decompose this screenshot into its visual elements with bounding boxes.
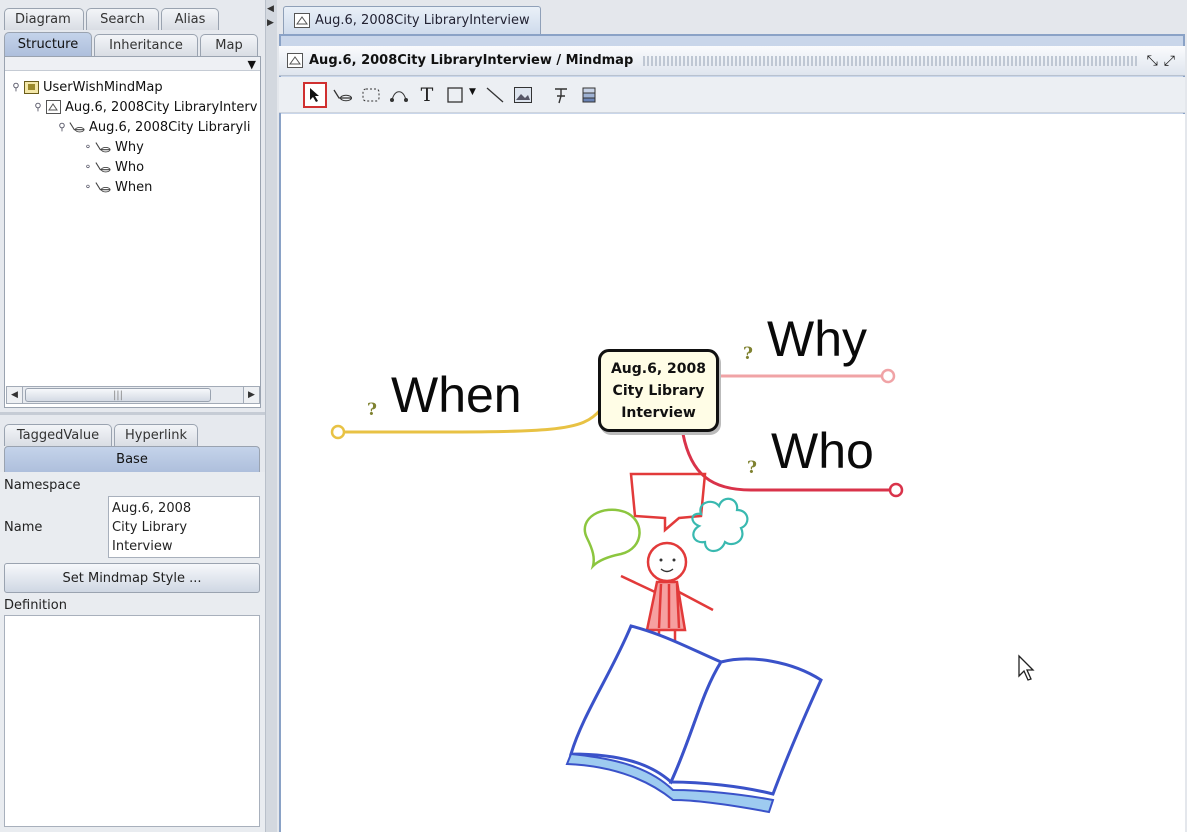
- project-icon: [23, 80, 39, 95]
- tab-hyperlink[interactable]: Hyperlink: [114, 424, 198, 446]
- editor-area: Aug.6, 2008City LibraryInterview Aug.6, …: [277, 0, 1187, 832]
- restore-icon[interactable]: ⤡: [1147, 53, 1158, 69]
- name-line: Interview: [112, 539, 173, 554]
- topic-when[interactable]: When: [391, 370, 522, 420]
- document-tab[interactable]: Aug.6, 2008City LibraryInterview: [283, 6, 541, 34]
- tree-item-why[interactable]: ⚬ Why: [81, 137, 144, 157]
- tab-taggedvalue[interactable]: TaggedValue: [4, 424, 112, 446]
- name-label: Name: [4, 520, 43, 535]
- text-tool-icon[interactable]: T: [415, 82, 439, 108]
- expand-right-icon[interactable]: ▶: [267, 18, 274, 28]
- props-tabs: TaggedValue Hyperlink: [4, 420, 200, 446]
- title-grip: [643, 55, 1137, 66]
- expand-toggle-icon[interactable]: ⚲: [31, 100, 45, 114]
- scroll-left-icon[interactable]: ◀: [7, 387, 23, 403]
- tree-item-who[interactable]: ⚬ Who: [81, 157, 144, 177]
- diagram-toolbar: T ▼: [279, 77, 1185, 113]
- mindmap-drawing: [330, 368, 904, 814]
- topic-icon: [95, 180, 111, 195]
- name-line: Aug.6, 2008: [112, 501, 192, 516]
- tree-header: ▼: [5, 57, 260, 71]
- mindmap-canvas[interactable]: Aug.6, 2008 City Library Interview When …: [281, 114, 1185, 832]
- diagram-icon: [287, 53, 303, 68]
- topic-icon: [95, 160, 111, 175]
- tree-label: When: [115, 179, 153, 195]
- expand-toggle-icon[interactable]: ⚲: [9, 80, 23, 94]
- dropdown-arrow-icon[interactable]: ▼: [248, 58, 256, 71]
- structure-panel: ▼ ⚲ UserWishMindMap ⚲ Aug.6, 2008City Li…: [4, 56, 261, 408]
- collapse-toggle-icon[interactable]: ⚬: [81, 180, 95, 194]
- left-panel: Diagram Search Alias Structure Inheritan…: [0, 0, 265, 832]
- collapse-left-icon[interactable]: ◀: [267, 4, 274, 14]
- scroll-thumb[interactable]: |||: [25, 388, 211, 402]
- relation-tool-icon[interactable]: [387, 82, 411, 108]
- topic-why[interactable]: Why: [767, 314, 867, 364]
- topic-tool-icon[interactable]: [331, 82, 355, 108]
- green-bubble-illustration: [583, 508, 641, 571]
- expand-toggle-icon[interactable]: ⚲: [55, 120, 69, 134]
- tree-item-when[interactable]: ⚬ When: [81, 177, 153, 197]
- image-tool-icon[interactable]: [511, 82, 535, 108]
- pin-tool-icon[interactable]: [549, 82, 573, 108]
- tab-diagram[interactable]: Diagram: [4, 8, 84, 30]
- topic-icon: [69, 120, 85, 135]
- central-topic-line: City Library: [612, 382, 705, 399]
- document-tab-label: Aug.6, 2008City LibraryInterview: [315, 13, 530, 28]
- tab-base[interactable]: Base: [4, 446, 260, 472]
- question-mark-icon: ?: [747, 458, 757, 478]
- topic-icon: [95, 140, 111, 155]
- central-topic[interactable]: Aug.6, 2008 City Library Interview: [598, 349, 719, 432]
- layer-tool-icon[interactable]: [577, 82, 601, 108]
- tree-label: Aug.6, 2008City LibraryInterv: [65, 99, 258, 115]
- set-mindmap-style-button[interactable]: Set Mindmap Style ...: [4, 563, 260, 593]
- book-illustration: [565, 624, 823, 814]
- name-line: City Library: [112, 520, 188, 535]
- tree-item-root[interactable]: ⚲ UserWishMindMap: [9, 77, 163, 97]
- cloud-illustration: [691, 497, 749, 553]
- question-mark-icon: ?: [367, 400, 377, 420]
- horizontal-scrollbar[interactable]: ◀ ||| ▶: [6, 386, 260, 404]
- question-mark-icon: ?: [743, 344, 753, 364]
- diagram-icon: [294, 13, 310, 28]
- tree-label: Why: [115, 139, 144, 155]
- tree-label: Who: [115, 159, 145, 175]
- collapse-toggle-icon[interactable]: ⚬: [81, 160, 95, 174]
- tab-map[interactable]: Map: [200, 34, 258, 56]
- name-field[interactable]: Aug.6, 2008 City Library Interview: [108, 496, 260, 558]
- topic-who[interactable]: Who: [771, 426, 874, 476]
- mouse-cursor-icon: [1018, 654, 1035, 681]
- tree-item-central-topic[interactable]: ⚲ Aug.6, 2008City Libraryli: [55, 117, 250, 137]
- tabs-row-top: Diagram Search Alias: [4, 4, 221, 30]
- central-topic-line: Interview: [621, 404, 696, 421]
- when-branch-end[interactable]: [330, 424, 346, 440]
- diagram-title-bar: Aug.6, 2008City LibraryInterview / Mindm…: [279, 46, 1185, 76]
- panel-divider[interactable]: [0, 412, 265, 415]
- line-tool-icon[interactable]: [483, 82, 507, 108]
- select-tool-icon[interactable]: [303, 82, 327, 108]
- tree-label: UserWishMindMap: [43, 79, 163, 95]
- panel-splitter[interactable]: ◀ ▶: [265, 0, 277, 832]
- collapse-toggle-icon[interactable]: ⚬: [81, 140, 95, 154]
- namespace-label: Namespace: [4, 478, 81, 493]
- definition-label: Definition: [4, 598, 67, 613]
- definition-field[interactable]: [4, 615, 260, 827]
- boundary-tool-icon[interactable]: [359, 82, 383, 108]
- tab-structure[interactable]: Structure: [4, 32, 92, 56]
- tab-search[interactable]: Search: [86, 8, 159, 30]
- who-branch-end[interactable]: [888, 482, 904, 498]
- maximize-icon[interactable]: ⤢: [1164, 53, 1175, 69]
- rectangle-tool-icon[interactable]: [443, 82, 467, 108]
- shape-dropdown-icon[interactable]: ▼: [469, 87, 476, 97]
- tabs-row-bottom: Structure Inheritance Map: [4, 30, 260, 56]
- why-branch-end[interactable]: [880, 368, 896, 384]
- central-topic-line: Aug.6, 2008: [610, 360, 707, 377]
- diagram-title: Aug.6, 2008City LibraryInterview / Mindm…: [309, 53, 634, 68]
- tree-label: Aug.6, 2008City Libraryli: [89, 119, 251, 135]
- tab-inheritance[interactable]: Inheritance: [94, 34, 198, 56]
- tab-alias[interactable]: Alias: [161, 8, 219, 30]
- scroll-right-icon[interactable]: ▶: [243, 387, 259, 403]
- tree-item-diagram[interactable]: ⚲ Aug.6, 2008City LibraryInterv: [31, 97, 257, 117]
- diagram-icon: [45, 100, 61, 115]
